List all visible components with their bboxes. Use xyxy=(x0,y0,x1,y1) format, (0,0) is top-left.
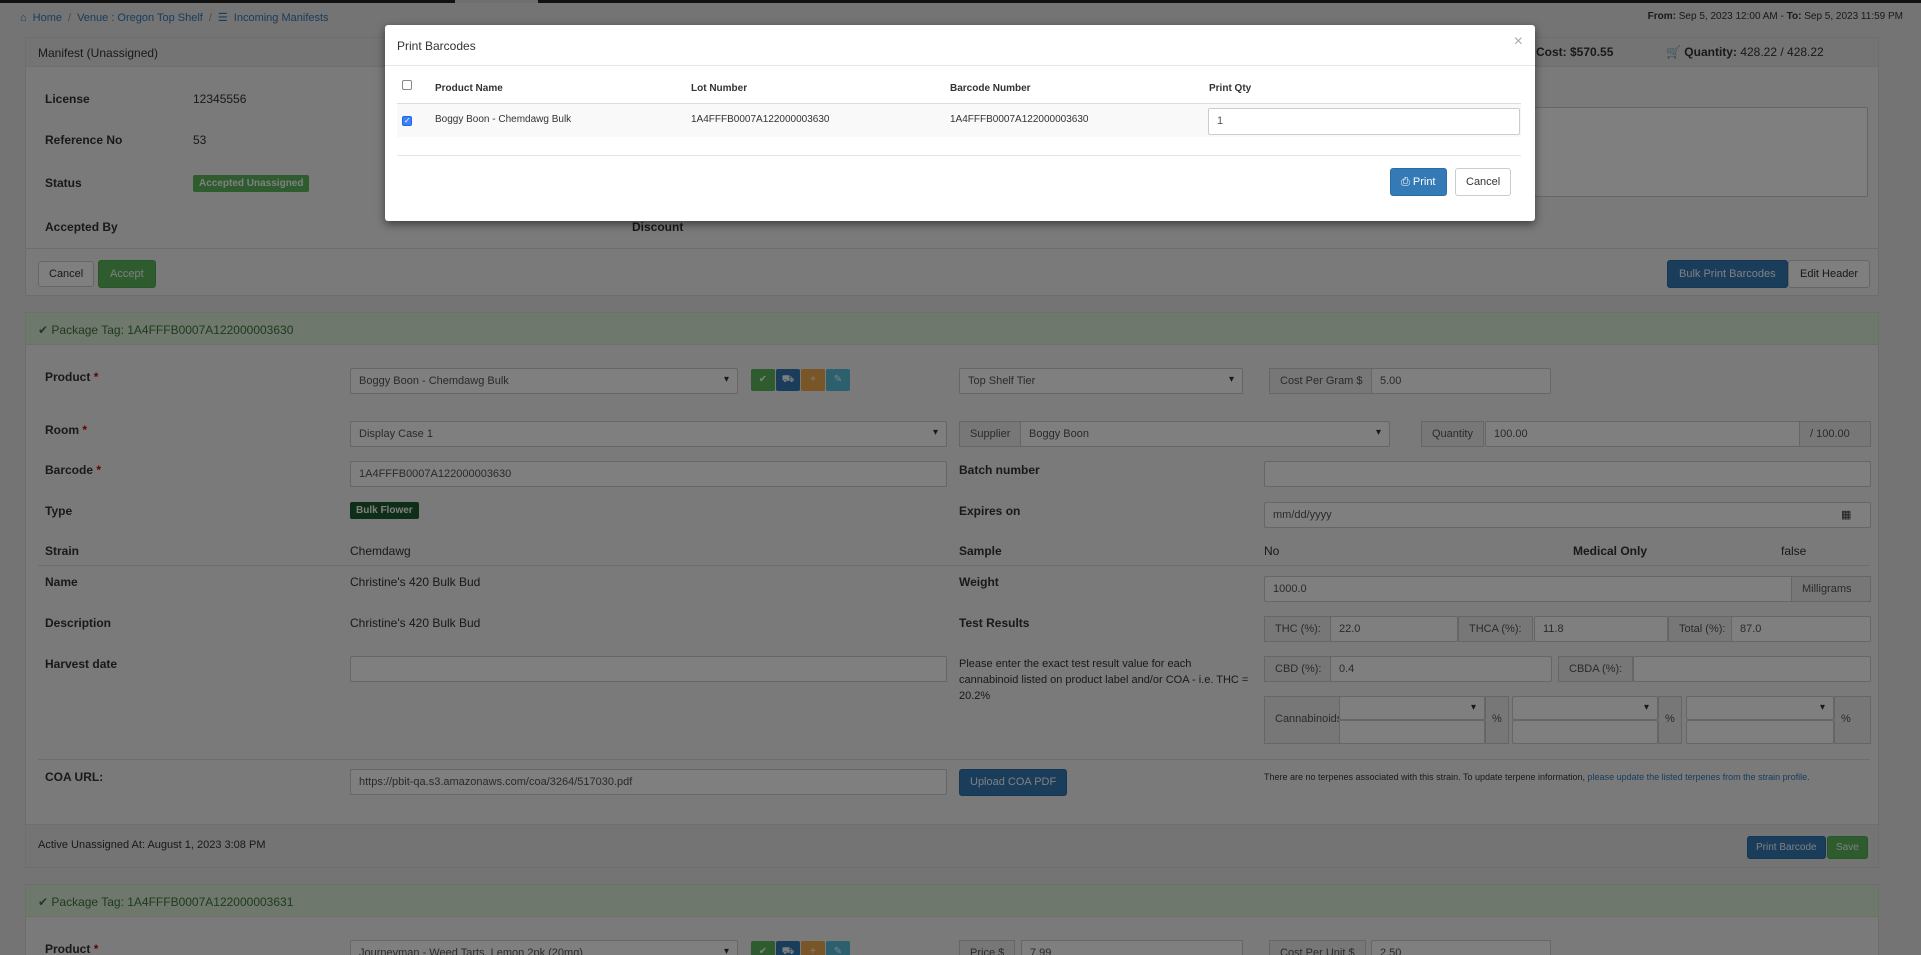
print-button[interactable]: ⎙ Print xyxy=(1390,168,1447,196)
printer-icon: ⎙ xyxy=(1401,176,1410,188)
modal-divider xyxy=(385,65,1535,66)
select-all-checkbox[interactable] xyxy=(402,80,412,90)
print-button-label: Print xyxy=(1412,176,1436,188)
row-checkbox[interactable] xyxy=(402,116,412,126)
row-product-name: Boggy Boon - Chemdawg Bulk xyxy=(435,114,572,125)
header-lot-number: Lot Number xyxy=(691,83,748,94)
header-barcode-number: Barcode Number xyxy=(950,83,1031,94)
print-barcodes-modal: Print Barcodes × Product Name Lot Number… xyxy=(385,25,1535,221)
close-icon[interactable]: × xyxy=(1514,33,1523,51)
print-qty-input[interactable]: 1 xyxy=(1208,108,1520,135)
modal-cancel-button[interactable]: Cancel xyxy=(1455,168,1512,196)
row-barcode-number: 1A4FFFB0007A122000003630 xyxy=(950,114,1089,125)
modal-divider xyxy=(397,155,1521,156)
modal-title: Print Barcodes xyxy=(397,39,476,53)
header-print-qty: Print Qty xyxy=(1209,83,1252,94)
row-lot-number: 1A4FFFB0007A122000003630 xyxy=(691,114,830,125)
header-product-name: Product Name xyxy=(435,83,503,94)
